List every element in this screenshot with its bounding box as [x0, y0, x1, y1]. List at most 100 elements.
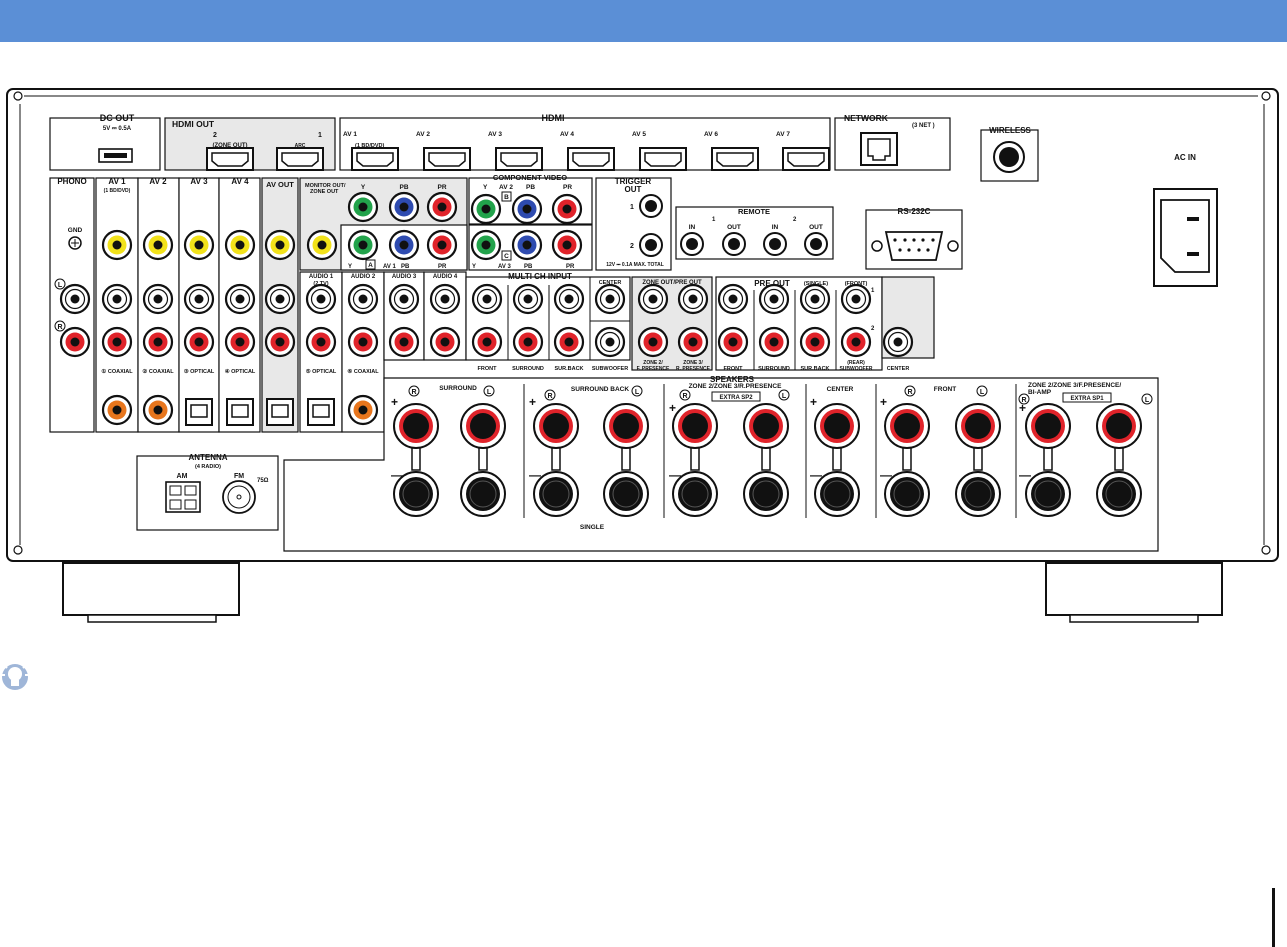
- svg-text:Y: Y: [472, 264, 476, 270]
- hdmi-av4-label: AV 4: [560, 131, 574, 138]
- svg-text:PR: PR: [437, 184, 446, 191]
- dc-out-rating: 5V ⎓ 0.5A: [103, 126, 132, 132]
- svg-text:PB: PB: [401, 264, 410, 270]
- svg-text:+: +: [529, 395, 536, 409]
- svg-text:AV 1: AV 1: [383, 264, 397, 270]
- svg-text:SUBWOOFER: SUBWOOFER: [839, 366, 872, 372]
- svg-text:CENTER: CENTER: [887, 366, 910, 372]
- hdmi-out-2-port: [206, 147, 254, 171]
- svg-text:+: +: [810, 395, 817, 409]
- svg-text:L: L: [635, 389, 640, 396]
- svg-text:2: 2: [630, 243, 634, 250]
- audio1-label: AUDIO 1: [309, 274, 334, 280]
- left-foot: [62, 562, 240, 623]
- multi-ch-input-section: MULTI CH INPUT CENTER FRONT SURROUND SUR…: [465, 272, 631, 372]
- svg-text:B: B: [504, 194, 509, 201]
- svg-text:Y: Y: [483, 184, 488, 191]
- sp-zone-fpresence-label: ZONE 2/ZONE 3/F.PRESENCE/: [1028, 382, 1121, 389]
- svg-text:—: —: [1019, 468, 1031, 482]
- hdmi-av5-label: AV 5: [632, 131, 646, 138]
- svg-text:② COAXIAL: ② COAXIAL: [142, 368, 174, 375]
- component-video-label: COMPONENT VIDEO: [493, 173, 567, 182]
- av-out-section: AV OUT: [261, 177, 299, 433]
- hdmi-label: HDMI: [542, 113, 565, 123]
- svg-text:R: R: [547, 393, 552, 400]
- av1-label: AV 1: [108, 177, 126, 186]
- dc-out-label: DC OUT: [100, 113, 135, 123]
- sp-surround-label: SURROUND: [439, 385, 477, 392]
- network-section: NETWORK (3 NET ): [834, 113, 951, 171]
- svg-text:L: L: [58, 282, 63, 289]
- audio2-label: AUDIO 2: [351, 274, 376, 280]
- svg-text:FRONT: FRONT: [478, 366, 498, 372]
- am-label: AM: [177, 473, 188, 480]
- svg-text:AV 2: AV 2: [499, 184, 513, 191]
- svg-text:OUT: OUT: [625, 185, 642, 194]
- svg-text:R: R: [411, 389, 416, 396]
- hdmi-av2-label: AV 2: [416, 131, 430, 138]
- svg-text:SUBWOOFER: SUBWOOFER: [592, 366, 628, 372]
- svg-text:PR: PR: [563, 184, 572, 191]
- ac-inlet-icon: [1160, 199, 1210, 273]
- svg-text:FRONT: FRONT: [724, 366, 744, 372]
- svg-text:EXTRA SP1: EXTRA SP1: [1070, 396, 1104, 402]
- svg-text:EXTRA SP2: EXTRA SP2: [719, 395, 753, 401]
- antenna-section: ANTENNA (4 RADIO) AM FM 75Ω: [136, 453, 279, 531]
- svg-text:Y: Y: [348, 264, 352, 270]
- svg-text:R: R: [682, 393, 687, 400]
- svg-text:L: L: [487, 389, 492, 396]
- pre-out-section: PRE OUT (SINGLE) (FRONT) 1 2 (REAR) FRON…: [715, 276, 935, 372]
- hdmi-input-section: HDMI AV 1 (1 BD/DVD) AV 2 AV 3 AV 4 AV 5…: [339, 113, 831, 171]
- trigger-section: TRIGGER OUT 1 2 12V ⎓ 0.1A MAX. TOTAL: [595, 177, 672, 271]
- svg-text:R: R: [57, 324, 62, 331]
- svg-text:+: +: [669, 401, 676, 415]
- svg-text:L: L: [782, 393, 787, 400]
- svg-text:75Ω: 75Ω: [257, 478, 269, 484]
- svg-text:⑥ COAXIAL: ⑥ COAXIAL: [347, 368, 379, 375]
- multi-ch-label: MULTI CH INPUT: [508, 272, 572, 281]
- svg-text:R: R: [1021, 397, 1026, 404]
- rs232c-section: RS-232C: [865, 207, 963, 270]
- svg-text:BI-AMP: BI-AMP: [1028, 389, 1052, 396]
- sp-surround-back-label: SURROUND BACK: [571, 386, 629, 393]
- remote-label: REMOTE: [738, 207, 770, 216]
- hdmi-av3-label: AV 3: [488, 131, 502, 138]
- svg-text:PB: PB: [399, 184, 408, 191]
- trigger-rating: 12V ⎓ 0.1A MAX. TOTAL: [606, 262, 664, 268]
- zone-out-section: ZONE OUT/PRE OUT ZONE 2/ F. PRESENCE ZON…: [631, 276, 713, 372]
- gnd-label: GND: [68, 227, 83, 234]
- svg-text:L: L: [1145, 397, 1150, 404]
- hdmi-av6-label: AV 6: [704, 131, 718, 138]
- av-inputs-section: AV 1 (1 BD/DVD) AV 2 AV 3 AV 4 ① COAXIAL…: [95, 177, 261, 433]
- svg-text:PR: PR: [438, 264, 447, 270]
- av3-label: AV 3: [190, 177, 208, 186]
- hdmi-out-label: HDMI OUT: [172, 119, 215, 129]
- monitor-out-section: MONITOR OUT/ ZONE OUT Y PB PR Y A AV 1 P…: [299, 177, 468, 271]
- svg-text:C: C: [504, 253, 509, 260]
- sp-front-label: FRONT: [934, 386, 956, 393]
- hdmi-out-section: HDMI OUT 2 1 (ZONE OUT) ARC: [164, 117, 336, 171]
- sp-zone-rpresence-label: ZONE 2/ZONE 3/R.PRESENCE: [689, 383, 782, 390]
- svg-text:ZONE OUT: ZONE OUT: [310, 189, 339, 195]
- network-sub: (3 NET ): [912, 123, 935, 129]
- svg-text:④ OPTICAL: ④ OPTICAL: [225, 368, 256, 375]
- audio4-label: AUDIO 4: [433, 274, 458, 280]
- speakers-section: SPEAKERS SURROUND SURROUND BACK ZONE 2/Z…: [283, 375, 1159, 552]
- svg-text:Y: Y: [361, 184, 366, 191]
- trigger-out-2-jack: [639, 233, 663, 257]
- serial-port-icon: [884, 231, 944, 261]
- av2-label: AV 2: [149, 177, 167, 186]
- dc-out-section: DC OUT 5V ⎓ 0.5A: [49, 113, 161, 171]
- component-video-section: COMPONENT VIDEO Y AV 2 PB PR B Y C AV 3 …: [468, 173, 593, 271]
- svg-text:① COAXIAL: ① COAXIAL: [101, 368, 133, 375]
- svg-text:+: +: [880, 395, 887, 409]
- svg-text:③ OPTICAL: ③ OPTICAL: [184, 368, 215, 375]
- ac-in-label: AC IN: [1174, 153, 1196, 162]
- svg-text:OUT: OUT: [727, 224, 741, 231]
- page-edge-bar: [1272, 888, 1275, 947]
- svg-text:IN: IN: [772, 224, 779, 231]
- svg-text:AV 3: AV 3: [498, 264, 512, 270]
- svg-text:2: 2: [213, 132, 217, 139]
- receiver-rear-panel: DC OUT 5V ⎓ 0.5A HDMI OUT 2 1 (ZONE OUT)…: [6, 88, 1279, 623]
- phono-label: PHONO: [57, 177, 86, 186]
